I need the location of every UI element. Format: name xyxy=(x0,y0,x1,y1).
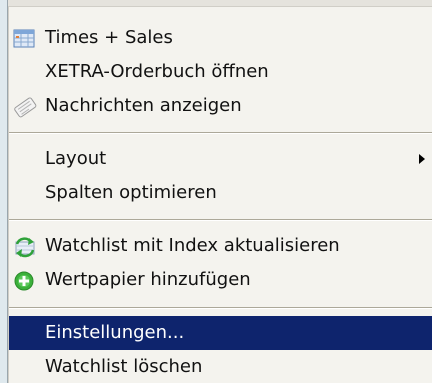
table-icon xyxy=(13,28,37,50)
menu-item-nachrichten[interactable]: Nachrichten anzeigen xyxy=(9,89,432,123)
menu-item-wertpapier-hinzufuegen[interactable]: Wertpapier hinzufügen xyxy=(9,263,432,297)
menu-item-label: Nachrichten anzeigen xyxy=(45,95,242,116)
menu-separator xyxy=(9,132,432,134)
submenu-arrow-icon xyxy=(419,154,425,164)
menu-item-label: Einstellungen... xyxy=(45,322,185,343)
menu-item-watchlist-loeschen[interactable]: Watchlist löschen xyxy=(9,350,432,383)
add-icon xyxy=(13,270,37,292)
menu-item-label: Watchlist mit Index aktualisieren xyxy=(45,235,340,256)
menu-item-layout[interactable]: Layout xyxy=(9,142,432,176)
menu-item-label: Spalten optimieren xyxy=(45,182,217,203)
menu-item-label: Wertpapier hinzufügen xyxy=(45,269,251,290)
screenshot-area: Times + Sales XETRA-Orderbuch öffnen Nac… xyxy=(0,0,432,383)
menu-item-watchlist-aktualisieren[interactable]: Watchlist mit Index aktualisieren xyxy=(9,229,432,263)
menu-separator xyxy=(9,219,432,221)
menu-separator xyxy=(9,307,432,309)
menu-item-times-sales[interactable]: Times + Sales xyxy=(9,21,432,55)
menu-item-label: XETRA-Orderbuch öffnen xyxy=(45,61,269,82)
refresh-icon xyxy=(13,236,37,258)
menu-item-label: Times + Sales xyxy=(45,27,173,48)
window-edge xyxy=(0,0,8,383)
menu-item-label: Watchlist löschen xyxy=(45,356,203,377)
menu-item-label: Layout xyxy=(45,148,107,169)
menu-item-einstellungen[interactable]: Einstellungen... xyxy=(9,316,432,350)
menu-item-xetra-orderbuch[interactable]: XETRA-Orderbuch öffnen xyxy=(9,55,432,89)
context-menu: Times + Sales XETRA-Orderbuch öffnen Nac… xyxy=(8,6,432,383)
news-icon xyxy=(13,96,37,118)
menu-item-spalten-optimieren[interactable]: Spalten optimieren xyxy=(9,176,432,210)
